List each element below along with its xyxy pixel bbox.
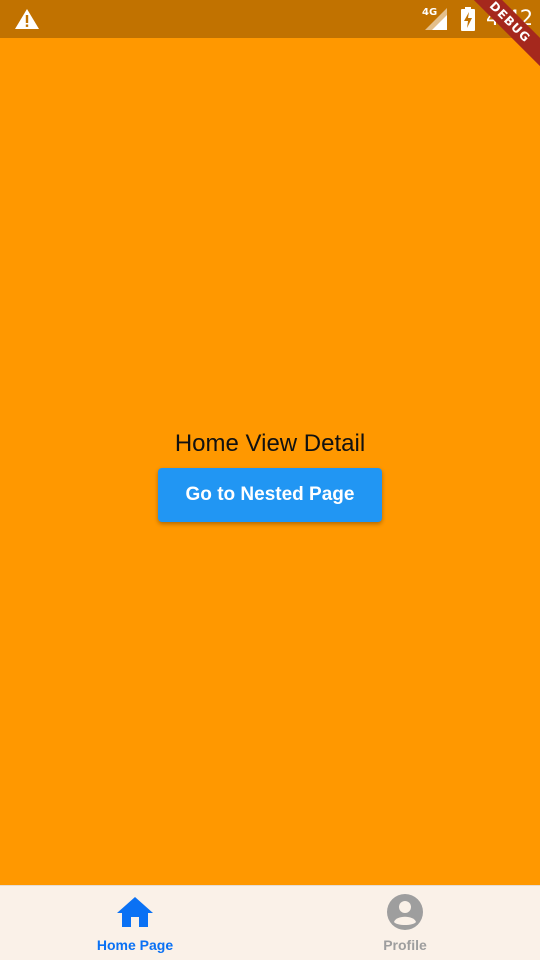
- app-screen: 4G 4:42 DEBUG Home View Detail Go to Nes…: [0, 0, 540, 960]
- home-detail-content: Home View Detail Go to Nested Page: [0, 428, 540, 522]
- warning-icon: [15, 9, 39, 29]
- nav-label-profile: Profile: [383, 937, 427, 953]
- status-bar: 4G 4:42 DEBUG: [0, 0, 540, 69]
- home-icon: [116, 893, 154, 931]
- bottom-navigation-bar: Home Page Profile: [0, 885, 540, 960]
- battery-charging-icon: [461, 7, 475, 31]
- network-type-label: 4G: [422, 7, 438, 18]
- nav-item-profile[interactable]: Profile: [270, 886, 540, 960]
- nav-item-home-page[interactable]: Home Page: [0, 886, 270, 960]
- account-circle-icon: [386, 893, 424, 931]
- go-to-nested-page-button[interactable]: Go to Nested Page: [158, 468, 382, 522]
- nav-label-home-page: Home Page: [96, 937, 174, 953]
- detail-title: Home View Detail: [174, 430, 366, 457]
